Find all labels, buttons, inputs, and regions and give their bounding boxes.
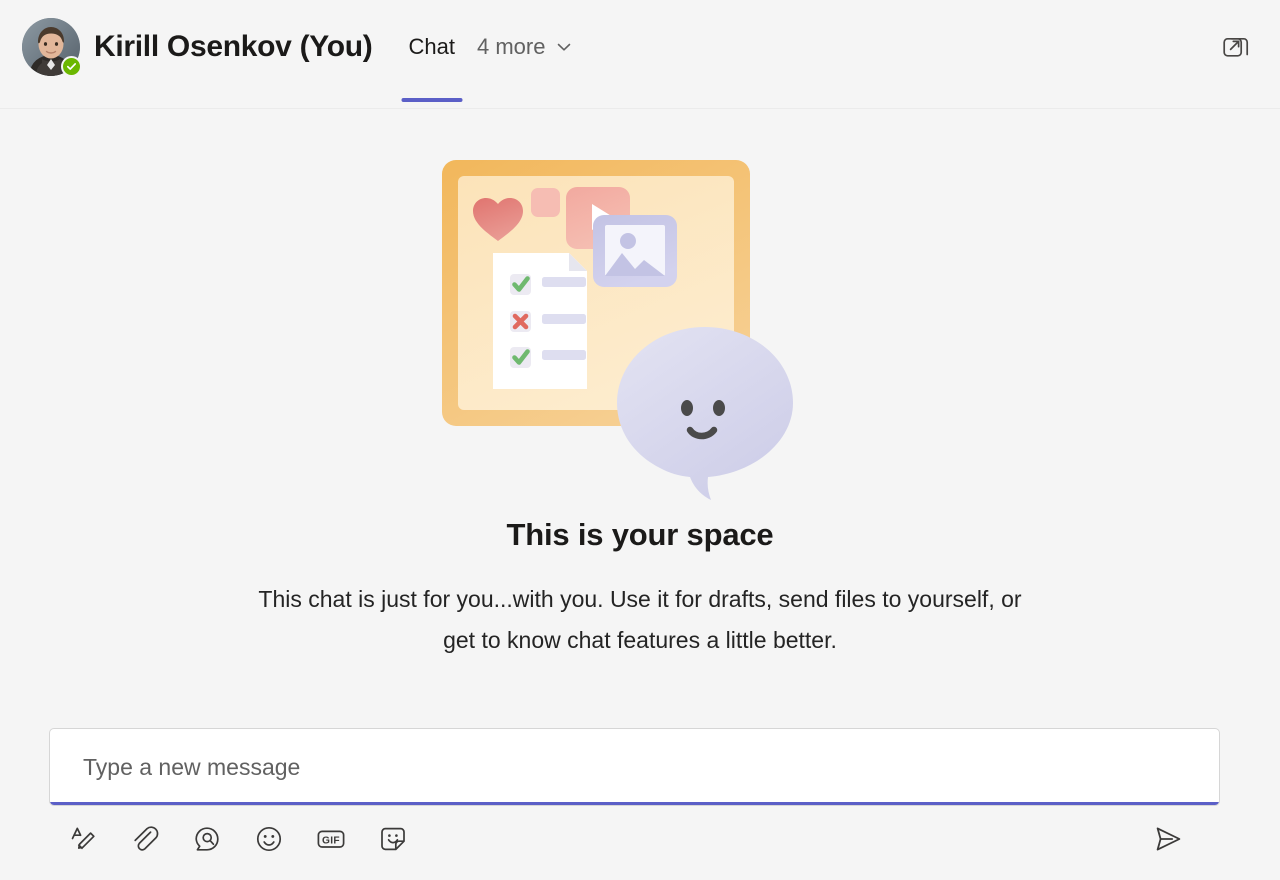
send-button[interactable] <box>1144 817 1192 861</box>
empty-state-heading: This is your space <box>506 517 774 552</box>
compose-focus-underline <box>50 802 1219 805</box>
avatar[interactable] <box>22 18 82 77</box>
sticker-icon <box>378 824 408 854</box>
compose-toolbar-actions <box>1144 817 1192 861</box>
tab-more-label: 4 more <box>476 34 546 59</box>
emoji-icon <box>254 824 284 854</box>
chat-header-actions <box>1216 0 1256 94</box>
empty-state-description: This chat is just for you...with you. Us… <box>258 586 1022 653</box>
popout-button[interactable] <box>1216 27 1256 67</box>
format-icon <box>68 824 98 854</box>
chat-tabs: Chat 4 more <box>397 0 585 109</box>
teams-chat-window: Kirill Osenkov (You) Chat 4 more This is… <box>0 0 1280 880</box>
tab-chat[interactable]: Chat <box>397 0 467 94</box>
message-input[interactable] <box>83 753 1199 781</box>
attach-icon <box>130 824 160 854</box>
page-title: Kirill Osenkov (You) <box>94 30 373 63</box>
attach-button[interactable] <box>123 817 167 861</box>
tab-more-dropdown[interactable]: 4 more <box>467 0 584 94</box>
compose-toolbar-tools: GIF <box>49 817 415 861</box>
svg-text:GIF: GIF <box>322 835 340 846</box>
loop-components-button[interactable] <box>185 817 229 861</box>
chat-header: Kirill Osenkov (You) Chat 4 more <box>0 0 1280 109</box>
send-icon <box>1152 823 1184 855</box>
chevron-down-icon <box>554 37 574 57</box>
format-button[interactable] <box>61 817 105 861</box>
gif-button[interactable]: GIF <box>309 817 353 861</box>
your-space-illustration <box>440 155 840 505</box>
popout-icon <box>1221 32 1251 62</box>
message-compose-box[interactable] <box>49 728 1220 806</box>
gif-icon: GIF <box>315 824 347 854</box>
emoji-button[interactable] <box>247 817 291 861</box>
compose-toolbar: GIF <box>49 806 1220 872</box>
tab-chat-label: Chat <box>408 34 455 59</box>
chat-header-identity: Kirill Osenkov (You) <box>22 0 373 94</box>
presence-indicator-available <box>61 56 82 77</box>
message-compose-area: GIF <box>0 728 1280 880</box>
sticker-button[interactable] <box>371 817 415 861</box>
loop-components-icon <box>192 824 222 854</box>
